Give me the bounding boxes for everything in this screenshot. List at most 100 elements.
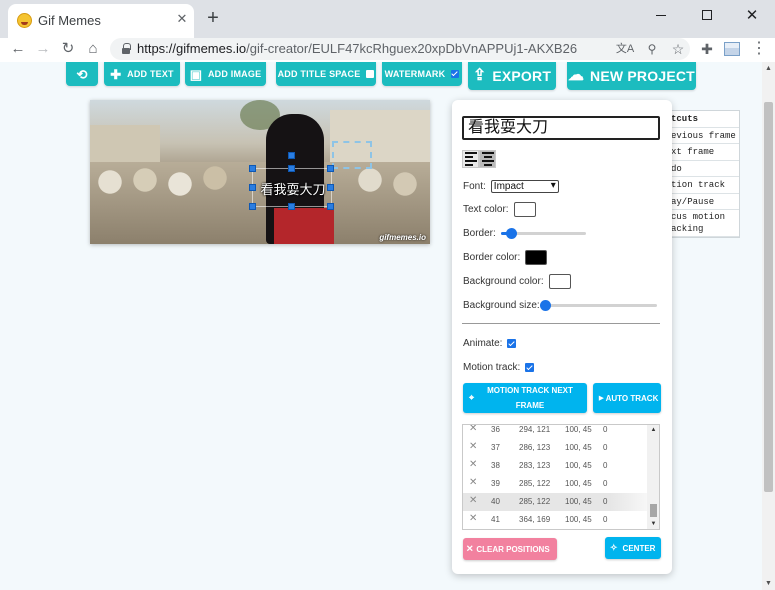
forward-icon[interactable]: → (31, 38, 55, 60)
page-scroll-thumb[interactable] (764, 102, 773, 492)
delete-position-icon[interactable]: ✕ (469, 441, 477, 452)
positions-scroll-thumb[interactable] (650, 504, 657, 517)
resize-handle[interactable] (288, 165, 295, 172)
font-select[interactable]: Impact (490, 180, 559, 193)
align-center-icon[interactable] (479, 150, 496, 168)
watermark-button[interactable]: WATERMARK (382, 62, 462, 86)
position-rotation: 0 (603, 515, 608, 524)
rotate-handle[interactable] (288, 152, 295, 159)
scroll-up-icon[interactable]: ▲ (762, 62, 775, 75)
position-frame: 38 (491, 461, 500, 470)
motion-positions-list[interactable]: ✕ 36 294, 121 100, 45 0 ✕ 37 286, 123 100, 45 0 ✕ 3… (462, 424, 660, 530)
maximize-button[interactable] (684, 0, 730, 30)
resize-handle[interactable] (249, 165, 256, 172)
background-size-slider[interactable] (539, 300, 657, 311)
position-frame: 36 (491, 425, 500, 434)
position-coords: 294, 121 (519, 425, 551, 434)
position-row[interactable]: ✕ 37 286, 123 100, 45 0 (463, 439, 647, 457)
position-row[interactable]: ✕ 38 283, 123 100, 45 0 (463, 457, 647, 475)
watermark-checkbox[interactable] (451, 70, 460, 78)
close-window-button[interactable]: ✕ (729, 0, 775, 30)
background-size-row: Background size: (463, 300, 657, 311)
center-button[interactable]: ✧ CENTER (605, 537, 661, 559)
clear-positions-button[interactable]: ✕ CLEAR POSITIONS (463, 538, 557, 560)
menu-icon[interactable]: ⋮ (748, 39, 770, 59)
add-image-button[interactable]: ▣ ADD IMAGE (185, 62, 266, 86)
divider (462, 323, 660, 324)
align-left-icon[interactable] (462, 150, 479, 168)
zoom-icon[interactable]: ⚲ (642, 39, 662, 59)
positions-scrollbar[interactable]: ▲ ▼ (647, 425, 659, 529)
position-frame: 39 (491, 479, 500, 488)
delete-position-icon[interactable]: ✕ (469, 459, 477, 470)
clear-icon: ✕ (466, 543, 474, 554)
text-color-row: Text color: (463, 202, 536, 217)
crosshair-icon: ⌖ (469, 392, 475, 403)
motion-track-next-frame-button[interactable]: ⌖ MOTION TRACK NEXT FRAME (463, 383, 587, 413)
resize-handle[interactable] (249, 203, 256, 210)
plus-icon: ✚ (110, 66, 122, 82)
auto-track-button[interactable]: ▸ AUTO TRACK (593, 383, 661, 413)
position-rotation: 0 (603, 497, 608, 506)
position-row[interactable]: ✕ 41 364, 169 100, 45 0 (463, 511, 647, 529)
address-bar[interactable]: https://gifmemes.io/gif-creator/EULF47kc… (110, 38, 690, 60)
tab-strip: Gif Memes ✕ + ✕ (0, 0, 775, 38)
auto-track-label: AUTO TRACK (605, 393, 659, 403)
export-button[interactable]: ⇪ EXPORT (468, 62, 556, 90)
motion-track-next-label: MOTION TRACK NEXT FRAME (487, 386, 573, 410)
upload-icon: ⇪ (472, 67, 487, 84)
delete-position-icon[interactable]: ✕ (469, 477, 477, 488)
position-row[interactable]: ✕ 36 294, 121 100, 45 0 (463, 425, 647, 439)
motion-track-checkbox[interactable] (525, 363, 535, 372)
text-color-label: Text color: (463, 204, 509, 215)
delete-position-icon[interactable]: ✕ (469, 495, 477, 506)
star-icon[interactable]: ☆ (668, 39, 688, 59)
resize-handle[interactable] (327, 165, 334, 172)
position-row[interactable]: ✕ 39 285, 122 100, 45 0 (463, 475, 647, 493)
resize-handle[interactable] (288, 203, 295, 210)
caption-text-input[interactable]: 看我耍大刀 (462, 116, 660, 140)
resize-handle[interactable] (327, 203, 334, 210)
scroll-down-icon[interactable]: ▼ (762, 577, 775, 590)
history-button[interactable]: ⟲ (66, 62, 98, 86)
border-slider[interactable] (500, 228, 586, 239)
translate-icon[interactable]: 文A (615, 39, 635, 59)
lock-icon[interactable] (122, 43, 131, 54)
reload-icon[interactable]: ↻ (56, 38, 80, 60)
browser-tab[interactable]: Gif Memes ✕ (8, 4, 194, 38)
new-tab-button[interactable]: + (202, 7, 224, 29)
browser-toolbar: ← → ↻ ⌂ https://gifmemes.io/gif-creator/… (0, 38, 775, 62)
border-label: Border: (463, 228, 496, 239)
add-text-button[interactable]: ✚ ADD TEXT (104, 62, 180, 86)
resize-handle[interactable] (249, 184, 256, 191)
favicon-icon (17, 13, 32, 28)
border-color-swatch[interactable] (525, 250, 548, 265)
motion-track-anchor[interactable] (332, 141, 372, 169)
delete-position-icon[interactable]: ✕ (469, 513, 477, 524)
animate-checkbox[interactable] (507, 339, 517, 348)
position-row[interactable]: ✕ 40 285, 122 100, 45 0 (463, 493, 647, 511)
new-project-button[interactable]: ☁ NEW PROJECT (567, 62, 696, 90)
add-image-icon: ▣ (189, 66, 202, 82)
home-icon[interactable]: ⌂ (81, 38, 105, 60)
text-color-swatch[interactable] (513, 202, 536, 217)
center-icon: ✧ (610, 542, 618, 553)
watermark-label: WATERMARK (384, 69, 446, 79)
back-icon[interactable]: ← (6, 38, 30, 60)
caption-overlay[interactable]: 看我耍大刀 (252, 168, 332, 207)
scroll-up-icon[interactable]: ▲ (647, 427, 659, 433)
add-title-space-button[interactable]: ADD TITLE SPACE (276, 62, 376, 86)
position-rotation: 0 (603, 443, 608, 452)
tab-close-icon[interactable]: ✕ (174, 10, 190, 28)
position-size: 100, 45 (565, 461, 592, 470)
title-space-checkbox[interactable] (366, 70, 375, 78)
resize-handle[interactable] (327, 184, 334, 191)
page-scrollbar[interactable]: ▲ ▼ (762, 62, 775, 590)
background-color-swatch[interactable] (548, 274, 571, 289)
play-icon: ▸ (599, 392, 604, 403)
profile-icon[interactable] (721, 39, 743, 59)
scroll-down-icon[interactable]: ▼ (647, 521, 659, 527)
minimize-button[interactable] (638, 0, 684, 30)
extensions-icon[interactable]: ✚ (696, 39, 718, 59)
delete-position-icon[interactable]: ✕ (469, 425, 477, 434)
